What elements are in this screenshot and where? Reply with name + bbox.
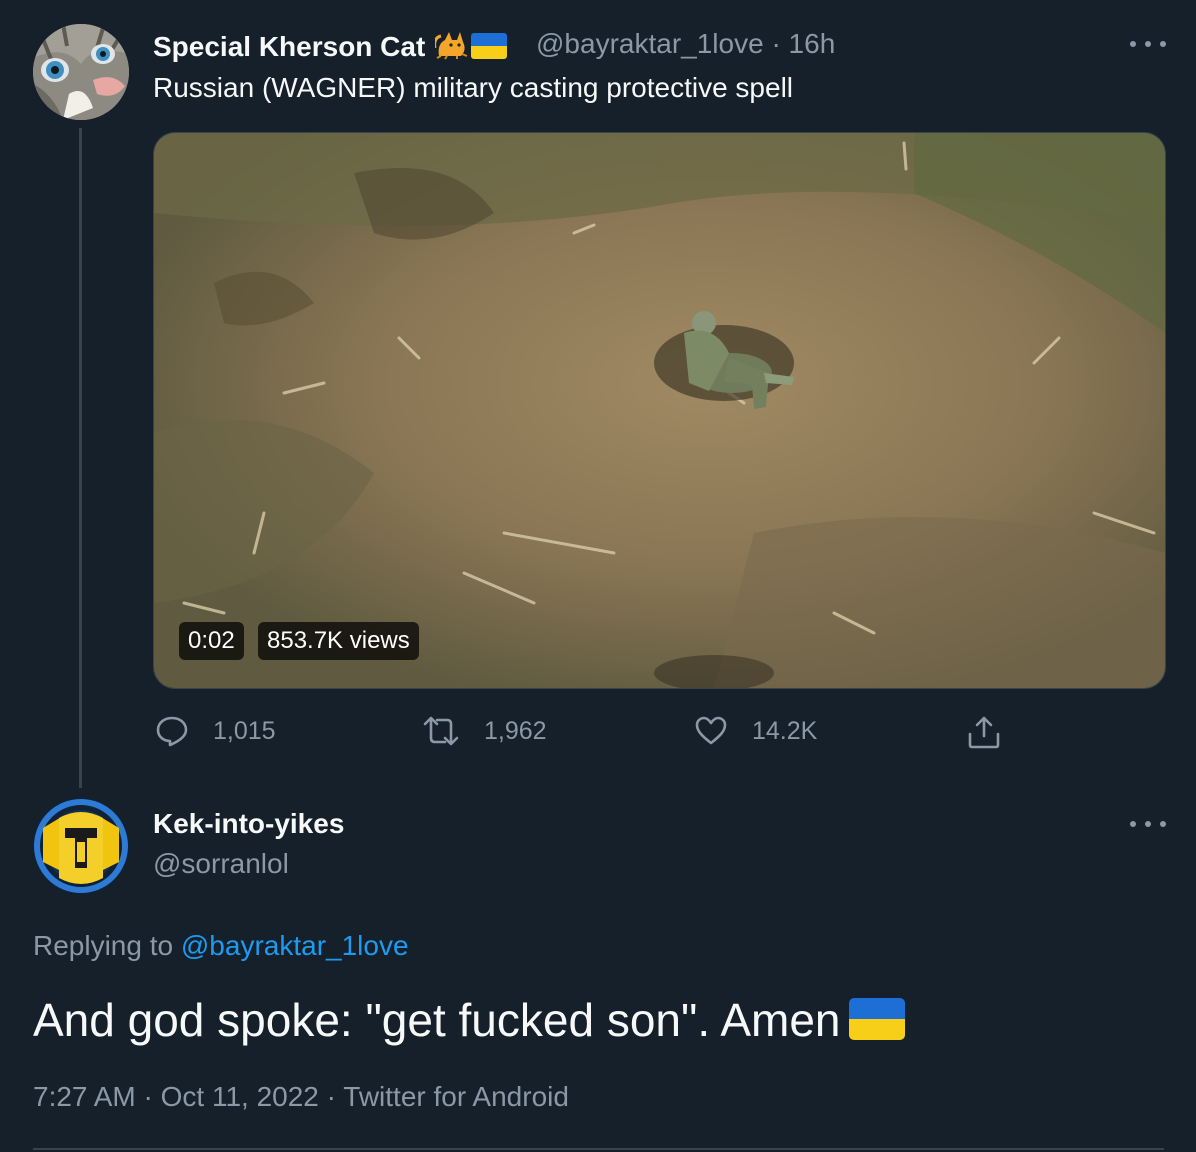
reply-button[interactable]: 1,015 xyxy=(155,714,276,748)
tweet-date[interactable]: Oct 11, 2022 xyxy=(161,1081,319,1112)
cat-avatar[interactable] xyxy=(33,24,129,120)
reply-author-name[interactable]: Kek-into-yikes xyxy=(153,808,344,840)
tweet-source[interactable]: Twitter for Android xyxy=(343,1081,569,1112)
keyhole-avatar[interactable] xyxy=(33,798,129,894)
video-views-badge: 853.7K views xyxy=(258,622,419,660)
tweet-thread: Special Kherson Cat @bayraktar_1love · 1… xyxy=(0,0,1196,1152)
retweet-count: 1,962 xyxy=(484,716,547,745)
video-player[interactable] xyxy=(153,132,1166,689)
reply-text-content: And god spoke: "get fucked son". Amen xyxy=(33,994,841,1046)
reply-more-options-icon[interactable] xyxy=(1130,818,1166,830)
meta-separator: · xyxy=(771,28,781,59)
video-duration-badge: 0:02 xyxy=(179,622,244,660)
share-button[interactable] xyxy=(966,714,1002,750)
reply-author-handle[interactable]: @sorranlol xyxy=(153,848,289,880)
tweet-timestamp: 7:27 AM · Oct 11, 2022 · Twitter for And… xyxy=(33,1081,569,1113)
ukraine-flag-icon xyxy=(471,33,508,59)
heart-icon xyxy=(694,714,728,748)
retweet-button[interactable]: 1,962 xyxy=(422,714,547,748)
like-count: 14.2K xyxy=(752,716,818,745)
replying-to-handle-link[interactable]: @bayraktar_1love xyxy=(181,930,409,961)
tweet-text: Russian (WAGNER) military casting protec… xyxy=(153,72,794,103)
replying-to-prefix: Replying to xyxy=(33,930,174,961)
reply-count: 1,015 xyxy=(213,716,276,745)
retweet-icon xyxy=(422,714,460,748)
author-name[interactable]: Special Kherson Cat xyxy=(153,28,508,67)
reply-text: And god spoke: "get fucked son". Amen xyxy=(33,993,905,1047)
cat-emoji-icon xyxy=(433,28,469,67)
ukraine-flag-icon xyxy=(848,998,905,1040)
video-frame xyxy=(154,133,1165,688)
timestamp-separator: · xyxy=(143,1081,153,1112)
reply-icon xyxy=(155,714,189,748)
replying-to-line: Replying to @bayraktar_1love xyxy=(33,930,409,962)
timestamp-separator: · xyxy=(326,1081,336,1112)
thread-connector-line xyxy=(79,128,82,788)
tweet-time-ago[interactable]: 16h xyxy=(789,28,836,59)
author-name-text: Special Kherson Cat xyxy=(153,31,426,62)
more-options-icon[interactable] xyxy=(1130,38,1166,50)
like-button[interactable]: 14.2K xyxy=(694,714,817,748)
divider xyxy=(33,1148,1164,1150)
tweet-time[interactable]: 7:27 AM xyxy=(33,1081,136,1112)
author-handle[interactable]: @bayraktar_1love xyxy=(536,28,764,59)
share-icon xyxy=(966,714,1002,750)
author-meta: @bayraktar_1love · 16h xyxy=(536,28,835,60)
